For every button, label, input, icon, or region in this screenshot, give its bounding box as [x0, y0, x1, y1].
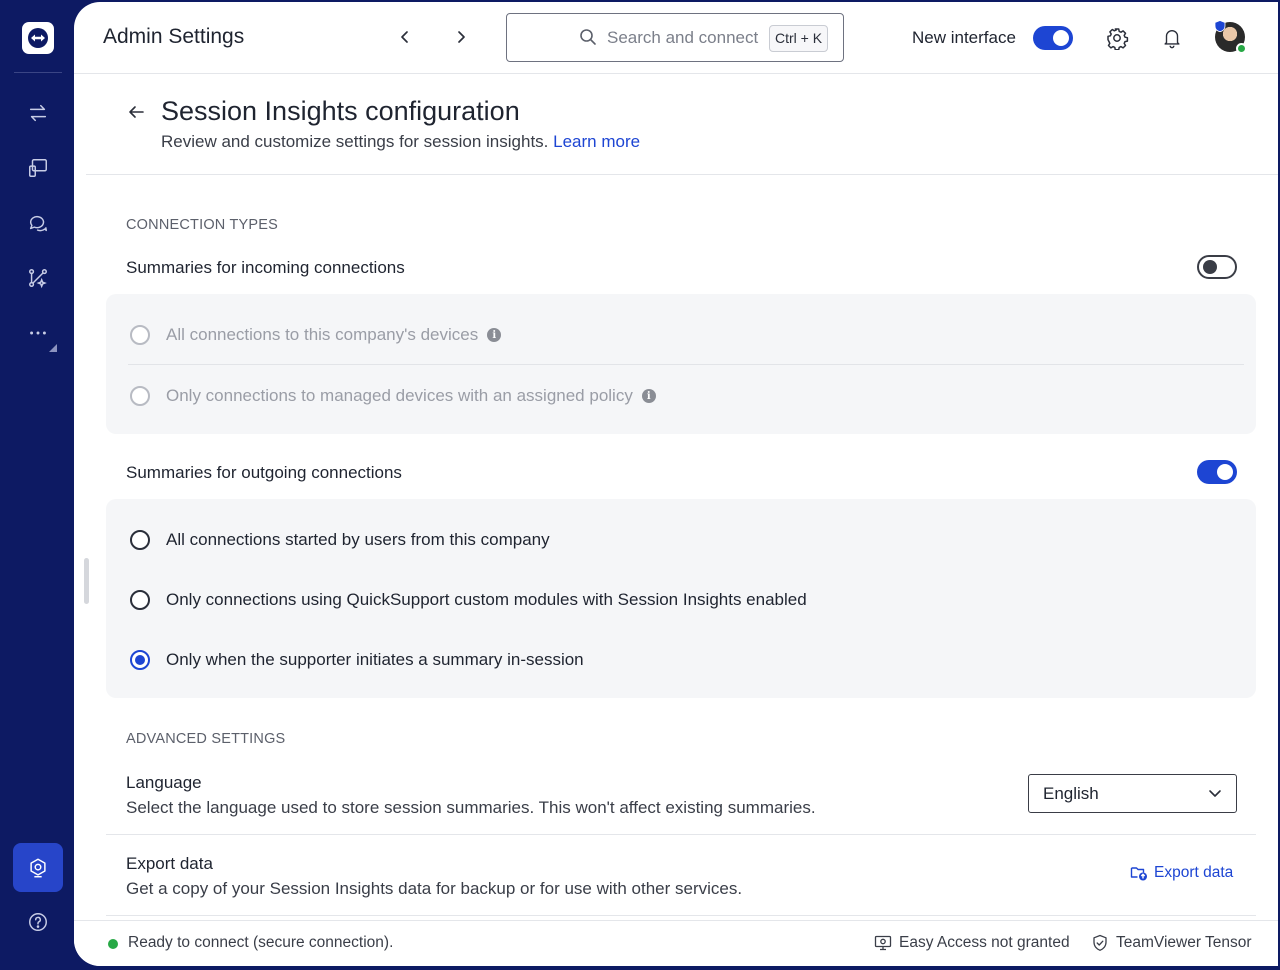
notifications-button[interactable]: [1159, 25, 1185, 51]
sidebar-item-chat[interactable]: [21, 206, 55, 240]
easy-access-text: Easy Access not granted: [899, 934, 1070, 951]
arrow-left-icon: [129, 106, 144, 118]
search-icon: [580, 29, 596, 45]
back-button[interactable]: [124, 100, 148, 124]
radio-button[interactable]: [130, 590, 150, 610]
export-data-description: Get a copy of your Session Insights data…: [126, 879, 743, 898]
top-bar: Admin Settings Ctrl + K New interface: [74, 2, 1278, 74]
radio-button[interactable]: [130, 325, 150, 345]
radio-button[interactable]: [130, 386, 150, 406]
sidebar-item-remote-connect[interactable]: [21, 96, 55, 130]
shield-badge-icon: [1214, 20, 1226, 32]
radio-label: All connections started by users from th…: [166, 530, 550, 549]
radio-label: All connections to this company's device…: [166, 325, 479, 344]
outgoing-options-panel: All connections started by users from th…: [106, 499, 1256, 698]
outgoing-option-supporter-initiated[interactable]: Only when the supporter initiates a summ…: [130, 645, 584, 675]
product-name: TeamViewer Tensor: [1116, 934, 1252, 951]
outgoing-summaries-toggle[interactable]: [1197, 460, 1237, 484]
radio-button-selected[interactable]: [130, 650, 150, 670]
search-input[interactable]: [607, 26, 769, 50]
new-interface-toggle[interactable]: [1033, 26, 1073, 50]
connection-status-text: Ready to connect (secure connection).: [128, 934, 394, 951]
header-divider: [86, 174, 1278, 175]
bell-icon: [1164, 30, 1180, 49]
product-status: TeamViewer Tensor: [1091, 934, 1252, 952]
monitor-lock-icon: [874, 935, 892, 951]
radio-label: Only when the supporter initiates a summ…: [166, 650, 584, 669]
folder-export-icon: [1130, 867, 1147, 881]
page-subtitle-text: Review and customize settings for sessio…: [161, 132, 549, 151]
outgoing-summaries-title: Summaries for outgoing connections: [126, 463, 402, 482]
expand-corner-icon: [49, 344, 57, 352]
learn-more-link[interactable]: Learn more: [553, 132, 640, 151]
main-window: Admin Settings Ctrl + K New interface: [74, 2, 1278, 966]
devices-icon: [29, 159, 47, 177]
section-label-advanced-settings: ADVANCED SETTINGS: [126, 731, 286, 747]
flow-sparkle-icon: [29, 269, 47, 289]
sidebar-divider: [14, 72, 62, 73]
status-bar: Ready to connect (secure connection). Ea…: [74, 920, 1278, 966]
export-data-title: Export data: [126, 854, 213, 873]
radio-button[interactable]: [130, 530, 150, 550]
incoming-summaries-toggle[interactable]: [1197, 255, 1237, 279]
connection-status-dot: [108, 939, 118, 949]
sidebar-item-devices[interactable]: [21, 151, 55, 185]
shield-check-icon: [1093, 934, 1107, 951]
section-label-connection-types: CONNECTION TYPES: [126, 217, 278, 233]
more-dots-icon: [30, 331, 46, 335]
gear-icon: [1107, 28, 1129, 50]
language-select[interactable]: English: [1028, 774, 1237, 813]
search-box[interactable]: Ctrl + K: [506, 13, 844, 62]
panel-resize-handle[interactable]: [84, 558, 89, 604]
search-shortcut-badge: Ctrl + K: [769, 25, 829, 52]
chat-icon: [29, 215, 47, 232]
outgoing-option-quicksupport[interactable]: Only connections using QuickSupport cust…: [130, 585, 807, 615]
app-title: Admin Settings: [103, 25, 245, 48]
sidebar-item-admin-settings[interactable]: [13, 843, 63, 892]
panel-divider: [128, 364, 1244, 365]
language-selected-value: English: [1043, 784, 1099, 803]
export-data-button[interactable]: Export data: [1130, 864, 1233, 882]
chevron-right-icon: [458, 31, 465, 43]
info-icon[interactable]: i: [487, 328, 502, 342]
export-data-label: Export data: [1154, 864, 1234, 881]
incoming-option-managed-devices[interactable]: Only connections to managed devices with…: [130, 381, 656, 411]
easy-access-status[interactable]: Easy Access not granted: [874, 934, 1070, 952]
arrows-exchange-icon: [29, 104, 47, 122]
sidebar-item-integrations[interactable]: [21, 261, 55, 295]
sidebar: [0, 0, 74, 970]
row-divider: [106, 834, 1256, 835]
chevron-left-icon: [401, 31, 408, 43]
radio-label: Only connections to managed devices with…: [166, 386, 633, 405]
page-subtitle: Review and customize settings for sessio…: [161, 132, 640, 152]
nav-back-button[interactable]: [392, 24, 418, 50]
outgoing-option-all-users[interactable]: All connections started by users from th…: [130, 525, 550, 555]
info-icon[interactable]: i: [641, 389, 656, 403]
nav-forward-button[interactable]: [448, 24, 474, 50]
incoming-option-all-devices[interactable]: All connections to this company's device…: [130, 320, 502, 350]
incoming-summaries-title: Summaries for incoming connections: [126, 258, 405, 277]
sidebar-item-help[interactable]: [21, 905, 55, 939]
online-status-indicator: [1236, 43, 1247, 54]
page-title: Session Insights configuration: [161, 96, 520, 126]
language-title: Language: [126, 773, 202, 792]
new-interface-label: New interface: [912, 28, 1016, 47]
radio-label: Only connections using QuickSupport cust…: [166, 590, 807, 609]
help-icon: [29, 913, 47, 931]
language-description: Select the language used to store sessio…: [126, 798, 816, 817]
incoming-options-panel: All connections to this company's device…: [106, 294, 1256, 434]
admin-gear-shield-icon: [30, 858, 46, 877]
row-divider: [106, 915, 1256, 916]
teamviewer-logo-icon[interactable]: [22, 22, 54, 54]
chevron-down-icon: [1209, 790, 1221, 797]
settings-button[interactable]: [1104, 25, 1130, 51]
